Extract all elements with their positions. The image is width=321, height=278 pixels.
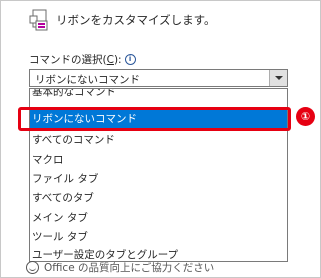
dropdown-option[interactable]: マクロ — [30, 151, 287, 169]
header: リボンをカスタマイズします。 — [29, 8, 216, 32]
dropdown-option[interactable]: すべてのタブ — [30, 189, 287, 207]
feedback-text: Office の品質向上にご協力ください — [44, 262, 215, 274]
dropdown-list[interactable]: 基本的なコマンド リボンにないコマンド すべてのコマンド マクロ ファイル タブ… — [29, 88, 288, 262]
choose-commands-combobox[interactable]: リボンにないコマンド — [29, 69, 288, 87]
dropdown-option[interactable]: メイン タブ — [30, 209, 287, 227]
chevron-down-icon — [275, 76, 283, 80]
dropdown-option[interactable]: ツール タブ — [30, 228, 287, 246]
label-access-key: C — [106, 53, 114, 66]
label-prefix: コマンドの選択( — [29, 54, 107, 66]
dropdown-button[interactable] — [269, 70, 287, 86]
header-title: リボンをカスタマイズします。 — [56, 13, 216, 27]
dropdown-option[interactable]: ファイル タブ — [30, 170, 287, 188]
callout-number-badge: ① — [296, 107, 315, 126]
dropdown-option[interactable]: すべてのコマンド — [30, 131, 287, 149]
info-icon[interactable]: i — [124, 54, 136, 65]
feedback-row: Office の品質向上にご協力ください — [26, 260, 214, 275]
dropdown-option[interactable]: 基本的なコマンド — [30, 89, 287, 101]
customize-ribbon-icon — [29, 9, 48, 31]
combobox-value: リボンにないコマンド — [35, 74, 140, 86]
choose-commands-label: コマンドの選択(C): i — [29, 52, 136, 67]
smiley-icon — [26, 261, 39, 274]
dropdown-option-selected[interactable]: リボンにないコマンド — [30, 110, 287, 128]
label-suffix: ): — [113, 53, 122, 66]
